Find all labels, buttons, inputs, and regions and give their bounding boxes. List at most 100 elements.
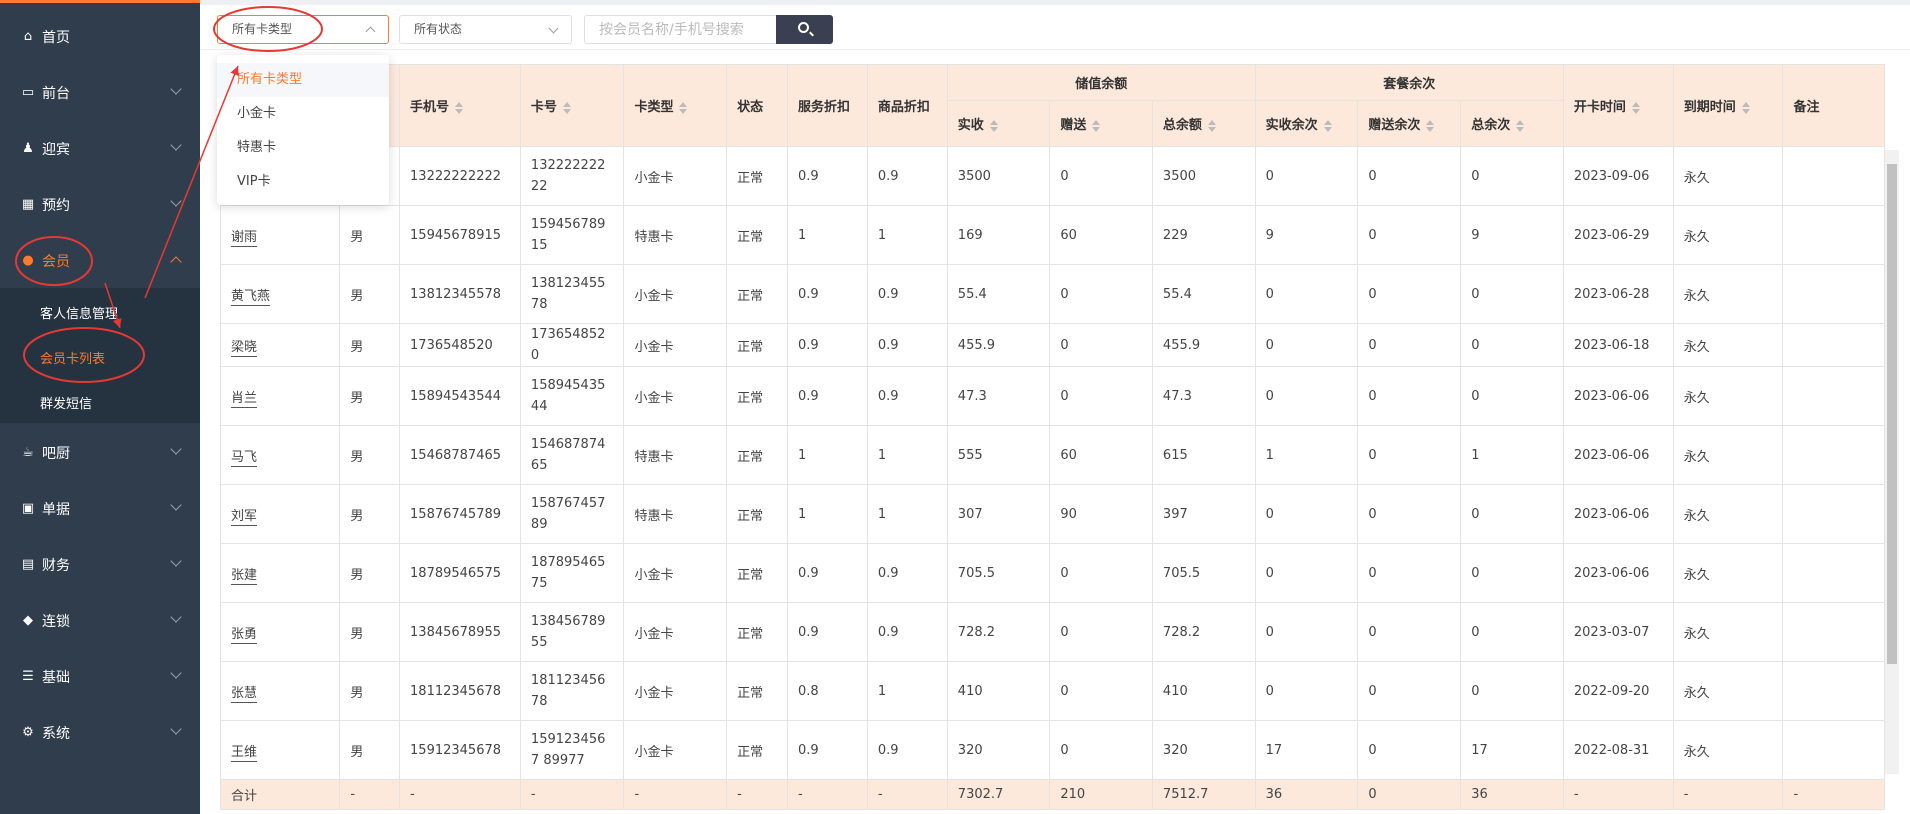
total-gender: -: [339, 779, 401, 810]
member-name-link[interactable]: 梁晓: [231, 339, 258, 357]
search-button[interactable]: [776, 15, 833, 44]
cell-package-gift: 0: [1357, 366, 1462, 426]
header-card-type[interactable]: 卡类型: [623, 64, 728, 147]
cell-package-paid: 0: [1254, 602, 1359, 662]
chevron-down-icon: [170, 499, 182, 511]
toolbar-divider: [200, 49, 1910, 50]
sidebar-item-reception[interactable]: ♟ 迎宾: [0, 121, 200, 177]
cell-phone: 1736548520: [399, 323, 521, 367]
member-name-link[interactable]: 马飞: [231, 449, 258, 467]
sidebar-item-frontdesk[interactable]: ▭ 前台: [0, 65, 200, 121]
sidebar-item-chain[interactable]: ◆ 连锁: [0, 593, 200, 649]
sort-icon[interactable]: [1516, 119, 1525, 132]
sidebar-item-booking[interactable]: ▦ 预约: [0, 177, 200, 233]
table-row[interactable]: 13222222222 13222222222 小金卡 正常 0.9 0.9 3500 0 35…: [219, 146, 1885, 206]
cell-card-type: 小金卡: [623, 366, 728, 426]
sidebar-item-finance[interactable]: ▤ 财务: [0, 537, 200, 593]
cell-open-time: 2023-06-06: [1562, 425, 1674, 485]
finance-icon: ▤: [21, 557, 35, 572]
sidebar-item-basic[interactable]: ☰ 基础: [0, 649, 200, 705]
table-row[interactable]: 肖兰男 15894543544 15894543544 小金卡 正常 0.9 0.9 47.3…: [219, 366, 1885, 426]
table-row[interactable]: 张勇男 13845678955 13845678955 小金卡 正常 0.9 0.9 728.…: [219, 602, 1885, 662]
sort-icon[interactable]: [1741, 101, 1750, 114]
header-open-time-label: 开卡时间: [1573, 100, 1626, 115]
cell-service-discount: 0.9: [786, 323, 868, 367]
table-row[interactable]: 马飞男 15468787465 15468787465 特惠卡 正常 1 1 555 60 615…: [219, 425, 1885, 485]
header-open-time[interactable]: 开卡时间: [1562, 64, 1674, 147]
cell-card-no: 18789546575: [519, 543, 625, 603]
cell-stored-paid: 55.4: [946, 264, 1051, 324]
dropdown-option-all-card-types[interactable]: 所有卡类型: [217, 63, 389, 97]
dropdown-option-gold-card[interactable]: 小金卡: [217, 97, 389, 131]
header-stored-paid[interactable]: 实收: [946, 100, 1051, 147]
cell-stored-gift: 60: [1049, 425, 1153, 485]
table-row[interactable]: 张建男 18789546575 18789546575 小金卡 正常 0.9 0.9 705.…: [219, 543, 1885, 603]
cell-card-type: 小金卡: [623, 146, 728, 206]
header-package-total[interactable]: 总余次: [1460, 100, 1564, 147]
header-card-no[interactable]: 卡号: [519, 64, 625, 147]
sidebar-item-label: 基础: [42, 670, 70, 686]
sort-icon[interactable]: [455, 101, 464, 114]
table-row[interactable]: 黄飞燕男 13812345578 13812345578 小金卡 正常 0.9 0.9 55.…: [219, 264, 1885, 324]
header-package-paid[interactable]: 实收余次: [1254, 100, 1359, 147]
total-card-type: -: [623, 779, 728, 810]
cell-card-type: 小金卡: [623, 543, 728, 603]
table-row[interactable]: 王维男 15912345678 1591234567 89977 小金卡 正常 0.9 0.…: [219, 720, 1885, 780]
sort-icon[interactable]: [1092, 119, 1101, 132]
dropdown-option-vip-card[interactable]: VIP卡: [217, 165, 389, 199]
sidebar-item-bar-kitchen[interactable]: ☕ 吧厨: [0, 425, 200, 481]
cell-package-total: 0: [1460, 602, 1564, 662]
cell-stored-paid: 705.5: [946, 543, 1051, 603]
member-name-link[interactable]: 张建: [231, 567, 258, 585]
table-row[interactable]: 刘军男 15876745789 15876745789 特惠卡 正常 1 1 307 90 397…: [219, 484, 1885, 544]
cell-stored-paid: 410: [946, 661, 1051, 721]
member-name-link[interactable]: 张慧: [231, 685, 258, 703]
member-name-link[interactable]: 张勇: [231, 626, 258, 644]
scrollbar-thumb[interactable]: [1887, 164, 1897, 664]
cell-gender: 男: [339, 484, 401, 544]
cell-gender: 男: [339, 720, 401, 780]
dropdown-option-discount-card[interactable]: 特惠卡: [217, 131, 389, 165]
cell-phone: 15912345678: [399, 720, 521, 780]
header-expire-time[interactable]: 到期时间: [1672, 64, 1784, 147]
header-phone[interactable]: 手机号: [399, 64, 521, 147]
sort-icon[interactable]: [989, 119, 998, 132]
status-select[interactable]: 所有状态: [399, 15, 572, 44]
monitor-icon: ▭: [21, 85, 35, 100]
sidebar-item-home[interactable]: ⌂ 首页: [0, 9, 200, 65]
chevron-up-icon: [365, 26, 376, 37]
member-name-link[interactable]: 刘军: [231, 508, 258, 526]
cell-stored-paid: 728.2: [946, 602, 1051, 662]
calendar-icon: ▦: [21, 197, 35, 212]
sort-icon[interactable]: [1207, 119, 1216, 132]
sort-icon[interactable]: [1426, 119, 1435, 132]
cell-package-gift: 0: [1357, 146, 1462, 206]
header-stored-total[interactable]: 总余额: [1151, 100, 1256, 147]
member-name-link[interactable]: 肖兰: [231, 390, 258, 408]
table-row[interactable]: 梁晓男 1736548520 1736548520 小金卡 正常 0.9 0.9 455.9 0…: [219, 323, 1885, 367]
submenu-item-member-card-list[interactable]: 会员卡列表: [40, 348, 105, 367]
submenu-item-bulk-sms[interactable]: 群发短信: [40, 393, 92, 412]
header-package-gift[interactable]: 赠送余次: [1357, 100, 1462, 147]
member-name-link[interactable]: 谢雨: [231, 229, 258, 247]
table-scrollbar[interactable]: [1885, 150, 1899, 774]
sort-icon[interactable]: [1631, 101, 1640, 114]
cell-open-time: 2022-09-20: [1562, 661, 1674, 721]
cell-stored-paid: 320: [946, 720, 1051, 780]
header-goods-discount: 商品折扣: [866, 64, 948, 147]
header-stored-gift[interactable]: 赠送: [1049, 100, 1153, 147]
sidebar-item-documents[interactable]: ▣ 单据: [0, 481, 200, 537]
member-name-link[interactable]: 黄飞燕: [231, 288, 271, 306]
member-name-link[interactable]: 王维: [231, 744, 258, 762]
cell-phone: 13222222222: [399, 146, 521, 206]
table-row[interactable]: 谢雨男 15945678915 15945678915 特惠卡 正常 1 1 169 60 229…: [219, 205, 1885, 265]
sort-icon[interactable]: [562, 101, 571, 114]
sort-icon[interactable]: [679, 101, 688, 114]
table-row[interactable]: 张慧男 18112345678 18112345678 小金卡 正常 0.8 1 410 0 41…: [219, 661, 1885, 721]
card-type-select[interactable]: 所有卡类型: [217, 15, 389, 44]
sort-icon[interactable]: [1323, 119, 1332, 132]
submenu-item-guest-info[interactable]: 客人信息管理: [40, 303, 118, 322]
sidebar-item-system[interactable]: ⚙ 系统: [0, 705, 200, 761]
member-search-input[interactable]: [584, 15, 776, 44]
sidebar-item-member[interactable]: ● 会员: [0, 233, 200, 289]
